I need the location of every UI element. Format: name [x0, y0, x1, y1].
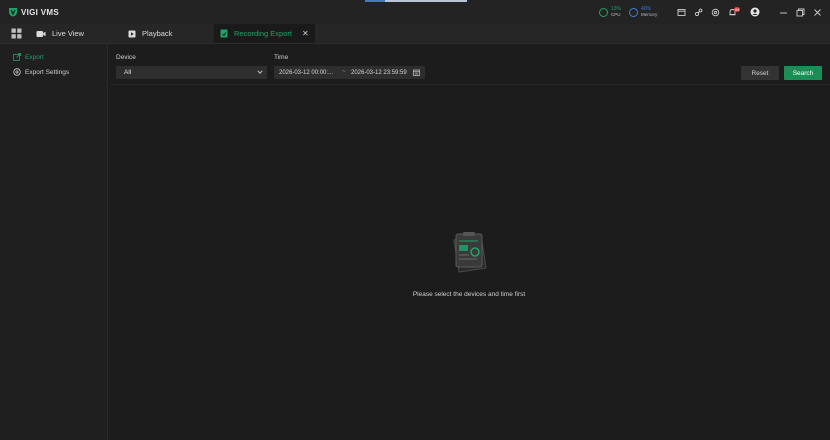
minimize-icon[interactable]: [779, 8, 788, 17]
app-grid-icon[interactable]: [11, 28, 22, 39]
tab-playback-label: Playback: [142, 29, 173, 38]
tab-bar: Live View Playback Recording Export ✕: [0, 24, 830, 44]
memory-ring-icon: [629, 7, 638, 17]
memory-usage: 40% Memory: [629, 6, 657, 18]
export-settings-gear-icon: [13, 68, 21, 76]
sidebar: Export Export Settings: [0, 44, 108, 440]
device-label: Device: [116, 54, 136, 61]
vigi-logo-icon: [9, 8, 17, 17]
close-window-icon[interactable]: [813, 8, 822, 17]
window-accent-bar-highlight: [365, 0, 385, 2]
reset-button[interactable]: Reset: [741, 66, 779, 80]
sidebar-item-export-settings[interactable]: Export Settings: [13, 68, 69, 76]
calendar-icon[interactable]: [413, 69, 420, 76]
time-start-value: 2026-03-12 00:00:...: [279, 69, 334, 76]
time-separator: ~: [342, 69, 346, 75]
title-bar: VIGI VMS 13% CPU 40% Memory 99: [0, 0, 830, 24]
restore-icon[interactable]: [796, 8, 805, 17]
empty-clipboard-icon: [453, 232, 487, 273]
tab-recording-export[interactable]: Recording Export ✕: [214, 24, 315, 43]
device-select-value: All: [124, 69, 132, 76]
sidebar-item-export-settings-label: Export Settings: [25, 68, 70, 76]
notification-badge: 99: [734, 7, 740, 12]
sidebar-item-export-label: Export: [25, 53, 44, 61]
app-title: VIGI VMS: [21, 7, 59, 17]
time-label: Time: [274, 54, 289, 61]
sidebar-item-export[interactable]: Export: [13, 53, 44, 61]
device-select[interactable]: All: [116, 66, 267, 79]
tab-playback[interactable]: Playback: [128, 24, 172, 43]
time-end-value: 2026-03-12 23:59:59: [351, 69, 407, 76]
tab-live-view-label: Live View: [52, 29, 84, 38]
export-tab-icon: [220, 29, 228, 38]
close-tab-icon[interactable]: ✕: [302, 29, 309, 38]
time-range-picker[interactable]: 2026-03-12 00:00:... ~ 2026-03-12 23:59:…: [274, 66, 425, 79]
export-icon: [13, 53, 21, 61]
window-icon[interactable]: [677, 8, 686, 17]
cpu-ring-icon: [599, 7, 608, 17]
settings-gear-icon[interactable]: [711, 8, 720, 17]
camera-icon: [36, 30, 46, 37]
filter-divider: [110, 84, 830, 85]
search-button[interactable]: Search: [784, 66, 822, 80]
tab-recording-export-label: Recording Export: [234, 29, 292, 38]
tab-live-view[interactable]: Live View: [36, 24, 84, 43]
chevron-down-icon: [257, 70, 263, 74]
playback-icon: [128, 30, 136, 37]
devices-icon[interactable]: [694, 8, 703, 17]
memory-label: Memory: [641, 12, 658, 17]
cpu-usage: 13% CPU: [599, 6, 621, 18]
cpu-label: CPU: [611, 12, 621, 17]
app-logo: VIGI VMS: [8, 7, 59, 17]
user-avatar-icon[interactable]: [750, 7, 760, 17]
empty-state-message: Please select the devices and time first: [412, 291, 526, 298]
